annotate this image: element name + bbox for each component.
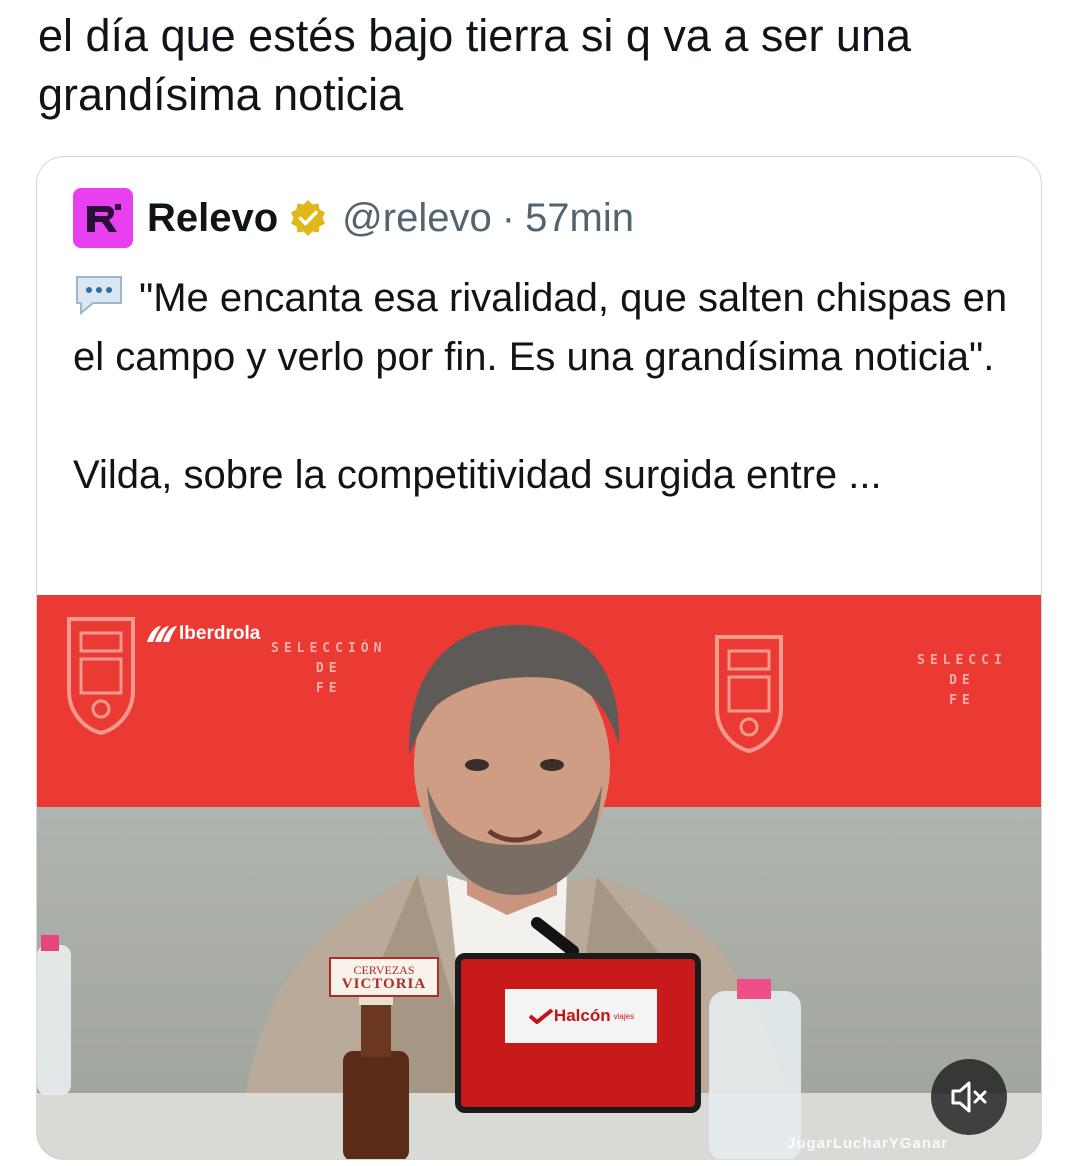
quoted-tweet-body: "Me encanta esa rivalidad, que salten ch… xyxy=(73,269,1013,505)
quoted-handle[interactable]: @relevo xyxy=(342,196,492,241)
quoted-tweet-card[interactable]: Relevo @relevo · 57min "Me encanta esa r… xyxy=(36,156,1042,1160)
verified-badge-icon xyxy=(291,200,326,236)
video-player[interactable]: Iberdrola SELECCIÓN DE FE SELECCI DE FE xyxy=(37,595,1041,1159)
video-watermark: JugarLucharYGanar xyxy=(787,1135,949,1152)
quoted-tweet-header: Relevo @relevo · 57min xyxy=(73,187,634,249)
relevo-logo-icon xyxy=(87,204,121,232)
quoted-timestamp[interactable]: 57min xyxy=(525,196,634,241)
victoria-beer-sign: CERVEZAS VICTORIA xyxy=(329,957,439,997)
speech-bubble-icon xyxy=(76,276,122,316)
quoted-display-name[interactable]: Relevo xyxy=(147,196,278,241)
halcon-logo: Halcón viajes xyxy=(505,989,657,1043)
quote-context-text: Vilda, sobre la competitividad surgida e… xyxy=(73,453,882,497)
mute-button[interactable] xyxy=(931,1059,1007,1135)
halcon-check-icon xyxy=(528,1008,554,1024)
post-text: el día que estés bajo tierra si q va a s… xyxy=(38,10,912,120)
podium-sign: Halcón viajes xyxy=(455,953,701,1113)
relevo-avatar[interactable] xyxy=(73,188,133,248)
separator-dot: · xyxy=(501,195,516,240)
quote-text: "Me encanta esa rivalidad, que salten ch… xyxy=(73,276,1008,379)
speaker-muted-icon xyxy=(951,1081,987,1113)
